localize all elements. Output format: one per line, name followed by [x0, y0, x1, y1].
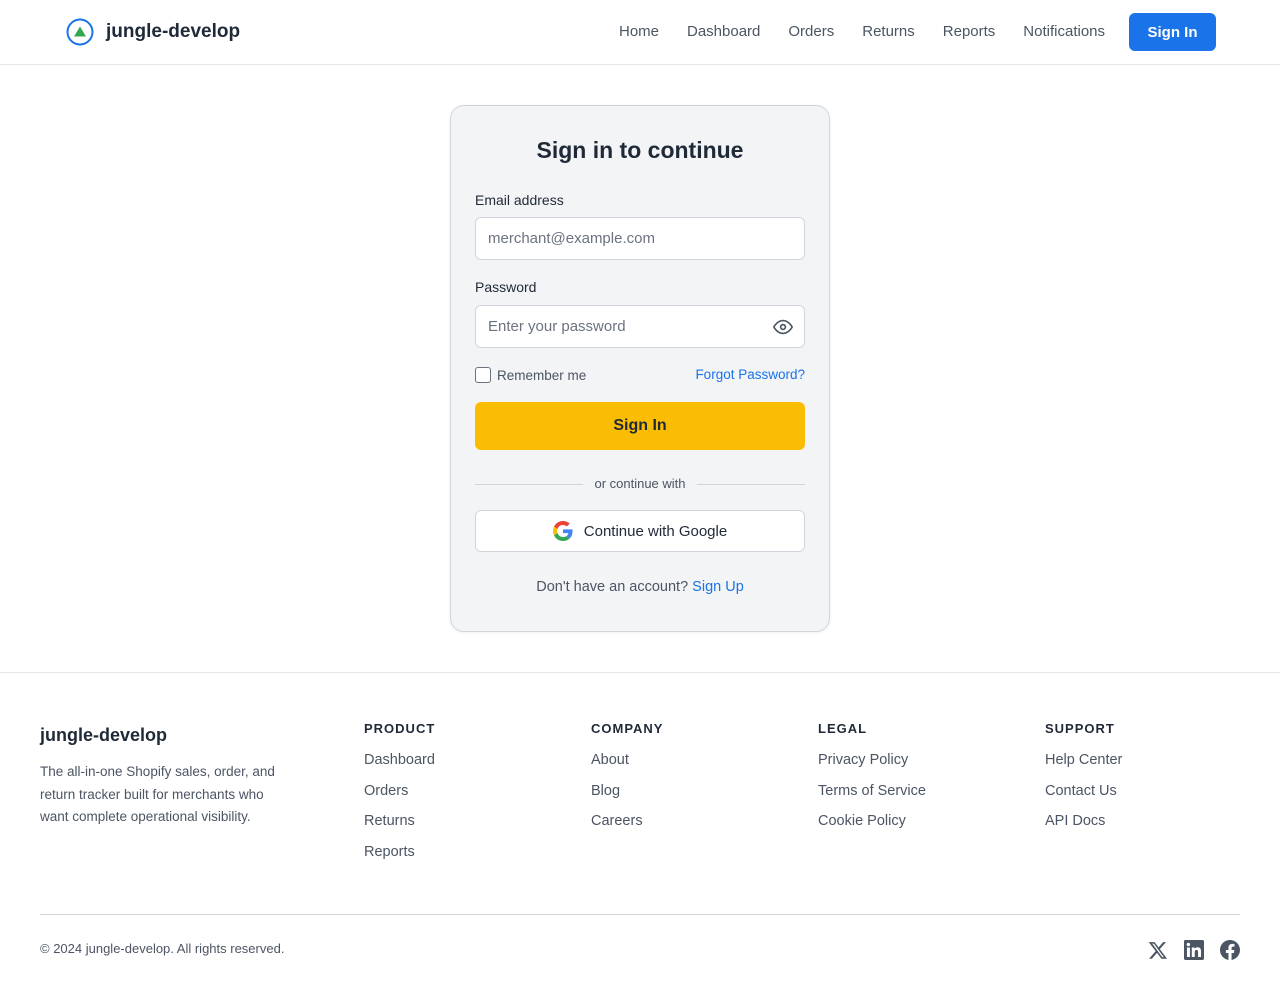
signup-row: Don't have an account? Sign Up	[451, 579, 829, 595]
footer-description: The all-in-one Shopify sales, order, and…	[40, 764, 275, 824]
footer-column-legal: LEGAL Privacy Policy Terms of Service Co…	[818, 721, 926, 843]
footer-column-title: LEGAL	[818, 721, 868, 736]
password-field[interactable]	[475, 305, 805, 348]
remember-me-checkbox[interactable]	[475, 367, 491, 383]
remember-me[interactable]: Remember me	[475, 367, 586, 383]
footer-column-title: SUPPORT	[1045, 721, 1115, 736]
footer-column-product: PRODUCT Dashboard Orders Returns Reports	[364, 721, 435, 873]
nav-item-reports[interactable]: Reports	[943, 22, 996, 42]
email-field[interactable]	[475, 217, 805, 260]
footer-link-careers[interactable]: Careers	[591, 813, 643, 829]
nav-item-dashboard[interactable]: Dashboard	[687, 22, 760, 42]
footer-link-blog[interactable]: Blog	[591, 783, 620, 799]
signin-submit-button[interactable]: Sign In	[475, 402, 805, 450]
footer-link-terms-of-service[interactable]: Terms of Service	[818, 783, 926, 799]
signup-link[interactable]: Sign Up	[692, 579, 744, 595]
footer-link-cookie-policy[interactable]: Cookie Policy	[818, 813, 906, 829]
nav-item-home[interactable]: Home	[619, 22, 659, 42]
header-signin-button[interactable]: Sign In	[1129, 13, 1216, 51]
nav-item-returns[interactable]: Returns	[862, 22, 915, 42]
footer-link-orders[interactable]: Orders	[364, 783, 408, 799]
divider-text: or continue with	[594, 476, 686, 491]
top-header: jungle-develop Home Dashboard Orders Ret…	[0, 0, 1280, 65]
login-card: Sign in to continue Email address Passwo…	[450, 105, 830, 632]
facebook-icon[interactable]	[1220, 940, 1240, 960]
google-signin-label: Continue with Google	[583, 522, 728, 540]
forgot-password-link[interactable]: Forgot Password?	[695, 367, 805, 382]
signup-prompt: Don't have an account?	[536, 579, 689, 595]
footer-link-reports[interactable]: Reports	[364, 844, 415, 860]
footer-link-help-center[interactable]: Help Center	[1045, 752, 1122, 768]
footer-column-title: PRODUCT	[364, 721, 436, 736]
footer-link-about[interactable]: About	[591, 752, 629, 768]
google-icon	[552, 521, 573, 541]
nav-item-notifications[interactable]: Notifications	[1023, 22, 1105, 42]
footer-link-api-docs[interactable]: API Docs	[1045, 813, 1105, 829]
nav-item-orders[interactable]: Orders	[788, 22, 834, 42]
brand-logo-icon	[66, 18, 94, 46]
brand-name: jungle-develop	[106, 21, 241, 42]
footer-column-company: COMPANY About Blog Careers	[591, 721, 663, 843]
footer-divider	[40, 914, 1240, 915]
footer-column-title: COMPANY	[591, 721, 664, 736]
email-label: Email address	[475, 192, 564, 208]
password-label: Password	[475, 279, 537, 295]
main-nav: Home Dashboard Orders Returns Reports No…	[619, 22, 1105, 42]
footer: jungle-develop The all-in-one Shopify sa…	[0, 672, 1280, 984]
linkedin-icon[interactable]	[1184, 940, 1204, 960]
google-signin-button[interactable]: Continue with Google	[475, 510, 805, 552]
footer-link-dashboard[interactable]: Dashboard	[364, 752, 435, 768]
x-icon[interactable]	[1148, 940, 1168, 960]
footer-link-privacy-policy[interactable]: Privacy Policy	[818, 752, 908, 768]
copyright: © 2024 jungle-develop. All rights reserv…	[40, 941, 285, 956]
footer-column-support: SUPPORT Help Center Contact Us API Docs	[1045, 721, 1122, 843]
brand[interactable]: jungle-develop	[66, 18, 240, 46]
footer-brand: jungle-develop	[40, 725, 168, 745]
footer-link-returns[interactable]: Returns	[364, 813, 415, 829]
footer-link-contact-us[interactable]: Contact Us	[1045, 783, 1117, 799]
login-title: Sign in to continue	[536, 137, 744, 163]
remember-me-label: Remember me	[497, 367, 587, 383]
eye-icon[interactable]	[772, 316, 794, 338]
